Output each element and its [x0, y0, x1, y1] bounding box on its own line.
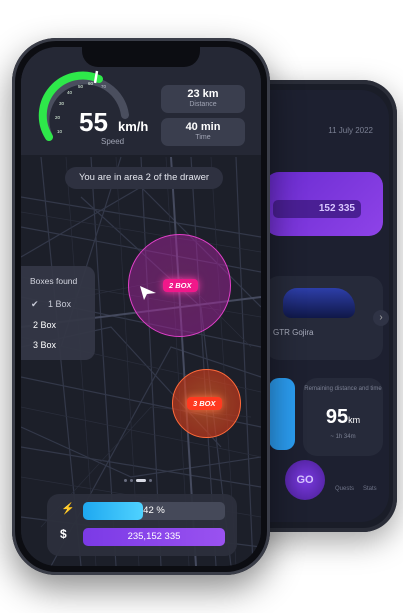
remaining-distance-label: Remaining distance and time: [304, 386, 382, 392]
dollar-icon: $: [60, 527, 67, 541]
gauge-tick: 30: [59, 101, 65, 106]
phone-notch: [82, 47, 200, 67]
blue-card[interactable]: [269, 378, 295, 450]
check-icon: ✔: [31, 299, 39, 309]
car-name: GTR Gojira: [273, 328, 314, 337]
remaining-time: ~ 1h 34m: [330, 434, 356, 440]
main-phone: 10 20 30 40 50 60 70 55 km/h Speed 23 km…: [12, 38, 270, 575]
nav-stats[interactable]: Stats: [363, 486, 377, 492]
main-phone-screen: 10 20 30 40 50 60 70 55 km/h Speed 23 km…: [21, 47, 261, 566]
speed-label: Speed: [101, 137, 125, 146]
area-status-pill: You are in area 2 of the drawer: [65, 167, 223, 189]
zone-3-tag[interactable]: 3 BOX: [187, 397, 222, 410]
box-item-label: 3 Box: [33, 340, 57, 350]
boxes-found-title: Boxes found: [30, 276, 78, 286]
zone-2-tag[interactable]: 2 BOX: [163, 279, 198, 292]
gauge-tick: 50: [78, 84, 84, 89]
time-value: 40 min: [185, 121, 221, 133]
resources-panel: ⚡ 42 % $ 235,152 335: [47, 494, 237, 556]
distance-label: Distance: [189, 101, 217, 108]
balance-card[interactable]: 152 335: [265, 172, 383, 236]
page-dot[interactable]: [149, 479, 152, 482]
car-image: [283, 288, 355, 318]
gauge-tick: 70: [101, 84, 107, 89]
chevron-right-icon[interactable]: ›: [373, 310, 389, 326]
gauge-tick: 20: [55, 115, 61, 120]
distance-value: 23 km: [187, 88, 219, 100]
secondary-date: 11 July 2022: [328, 126, 373, 135]
boxes-found-panel: Boxes found ✔ 1 Box 2 Box 3 Box: [21, 266, 95, 360]
time-card: 40 min Time: [161, 118, 245, 146]
speed-unit: km/h: [118, 119, 149, 134]
nav-quests[interactable]: Quests: [335, 486, 354, 492]
go-button[interactable]: GO: [285, 460, 325, 500]
remaining-distance-number: 95: [325, 406, 349, 428]
box-item-label: 1 Box: [48, 299, 72, 309]
energy-percent: 42 %: [143, 505, 165, 516]
gauge-tick: 40: [67, 90, 73, 95]
gauge-tick: 60: [88, 81, 94, 86]
car-card[interactable]: [265, 276, 383, 360]
remaining-distance-value: 95km: [303, 406, 383, 429]
time-label: Time: [195, 134, 211, 141]
gauge-tick: 10: [57, 129, 63, 134]
remaining-distance-card: Remaining distance and time 95km ~ 1h 34…: [303, 378, 383, 456]
balance-card-amount: 152 335: [273, 200, 361, 218]
navigation-arrow-icon: [140, 286, 156, 300]
bolt-icon: ⚡: [61, 503, 75, 515]
speed-value: 55: [79, 107, 108, 137]
energy-bar: 42 %: [83, 502, 225, 520]
remaining-distance-unit: km: [348, 415, 361, 425]
box-item-label: 2 Box: [33, 320, 57, 330]
page-dot[interactable]: [130, 479, 133, 482]
page-indicator[interactable]: [124, 469, 155, 487]
distance-card: 23 km Distance: [161, 85, 245, 113]
balance-value: 235,152 335: [83, 528, 225, 546]
page-dot-active[interactable]: [136, 479, 146, 482]
page-dot[interactable]: [124, 479, 127, 482]
